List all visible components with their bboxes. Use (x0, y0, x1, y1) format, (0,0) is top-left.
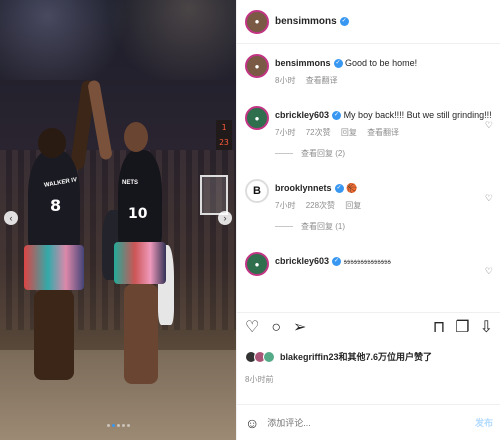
likes-rest[interactable]: 和其他7.6万位用户赞了 (339, 352, 433, 362)
heart-icon[interactable]: ♡ (485, 120, 493, 131)
scoreboard: 1 23 (216, 120, 232, 150)
backboard (200, 175, 228, 215)
likes-user[interactable]: blakegriffin23 (280, 352, 339, 362)
comment-item: ● cbrickley603 ✓ My boy back!!!! But we s… (237, 106, 500, 159)
post-photo[interactable]: 1 23 WALKER IV 8 NETS 10 ‹ › (0, 0, 236, 440)
post-button[interactable]: 发布 (475, 416, 493, 429)
view-replies[interactable]: 查看回复 (1) (275, 221, 493, 232)
caption-time: 8小时 (275, 76, 296, 85)
comment-input[interactable] (267, 417, 475, 428)
comment-time: 7小时 (275, 128, 296, 137)
jersey-number: 10 (128, 206, 148, 222)
arena-lights (0, 0, 236, 80)
comment-text: 🏀 (346, 183, 358, 193)
avatar[interactable]: ● (245, 252, 269, 276)
reply-link[interactable]: 回复 (345, 201, 361, 210)
player-simmons (114, 150, 166, 384)
caption-username[interactable]: bensimmons (275, 58, 331, 68)
verified-icon: ✓ (332, 257, 342, 267)
post-actions: ♡ ○ ➢ ⊓ ❐ ⇩ (237, 312, 500, 342)
avatar[interactable]: ● (245, 54, 269, 78)
jersey-number: 8 (50, 196, 62, 215)
reply-link[interactable]: 回复 (341, 128, 357, 137)
comment-icon[interactable]: ○ (271, 319, 281, 336)
caption: ● bensimmons ✓ Good to be home! 8小时 查看翻译 (237, 54, 500, 86)
comment-item: ● cbrickley603 ✓ 𝔰𝔰𝔰𝔰𝔰𝔰𝔰𝔰𝔰𝔰𝔰𝔰𝔰𝔰 ♡ (237, 252, 500, 276)
verified-icon: ✓ (332, 111, 342, 121)
post-header: ● bensimmons ✓ (237, 0, 500, 44)
avatar[interactable]: B (245, 179, 269, 203)
comment-text: 𝔰𝔰𝔰𝔰𝔰𝔰𝔰𝔰𝔰𝔰𝔰𝔰𝔰𝔰 (343, 256, 391, 266)
chevron-left-icon[interactable]: ‹ (4, 211, 18, 225)
avatar[interactable]: ● (245, 106, 269, 130)
caption-text: Good to be home! (345, 58, 418, 68)
translate-link[interactable]: 查看翻译 (367, 128, 399, 137)
comment-text: My boy back!!!! But we still grinding!!! (343, 110, 492, 120)
heart-icon[interactable]: ♡ (245, 319, 259, 336)
emoji-icon[interactable]: ☺ (245, 415, 259, 431)
chevron-right-icon[interactable]: › (218, 211, 232, 225)
heart-icon[interactable]: ♡ (485, 266, 493, 277)
verified-icon: ✓ (333, 59, 343, 69)
post-timestamp: 8小时前 (245, 375, 274, 384)
collection-icon[interactable]: ❐ (455, 319, 469, 336)
player-right-arm (87, 79, 113, 161)
carousel-dots (0, 419, 236, 430)
bookmark-icon[interactable]: ⊓ (433, 319, 445, 336)
player-head (124, 122, 148, 152)
heart-icon[interactable]: ♡ (485, 193, 493, 204)
comment-time: 7小时 (275, 201, 296, 210)
header-username[interactable]: bensimmons (275, 16, 337, 27)
download-icon[interactable]: ⇩ (480, 319, 493, 336)
comment-likes[interactable]: 228次赞 (306, 201, 335, 210)
add-comment-bar: ☺ 发布 (237, 404, 500, 440)
comment-username[interactable]: cbrickley603 (275, 110, 329, 120)
comment-likes[interactable]: 72次赞 (306, 128, 331, 137)
comment-username[interactable]: cbrickley603 (275, 256, 329, 266)
share-icon[interactable]: ➢ (293, 319, 306, 336)
player-head (38, 128, 66, 158)
avatar[interactable]: ● (245, 9, 269, 34)
verified-icon: ✓ (334, 184, 344, 194)
avatar (263, 350, 275, 363)
view-replies[interactable]: 查看回复 (2) (275, 148, 493, 159)
translate-link[interactable]: 查看翻译 (306, 76, 338, 85)
comment-username[interactable]: brooklynnets (275, 183, 332, 193)
likes-summary[interactable]: blakegriffin23和其他7.6万位用户赞了 (245, 350, 432, 363)
jersey-name: NETS (122, 180, 139, 186)
comments-list: ● bensimmons ✓ Good to be home! 8小时 查看翻译 … (237, 50, 500, 306)
verified-icon: ✓ (339, 17, 349, 26)
comment-item: B brooklynnets ✓ 🏀 7小时 228次赞 回复 查看回复 (1) … (237, 179, 500, 232)
post-side-panel: ● bensimmons ✓ ● bensimmons ✓ Good to be … (236, 0, 500, 440)
